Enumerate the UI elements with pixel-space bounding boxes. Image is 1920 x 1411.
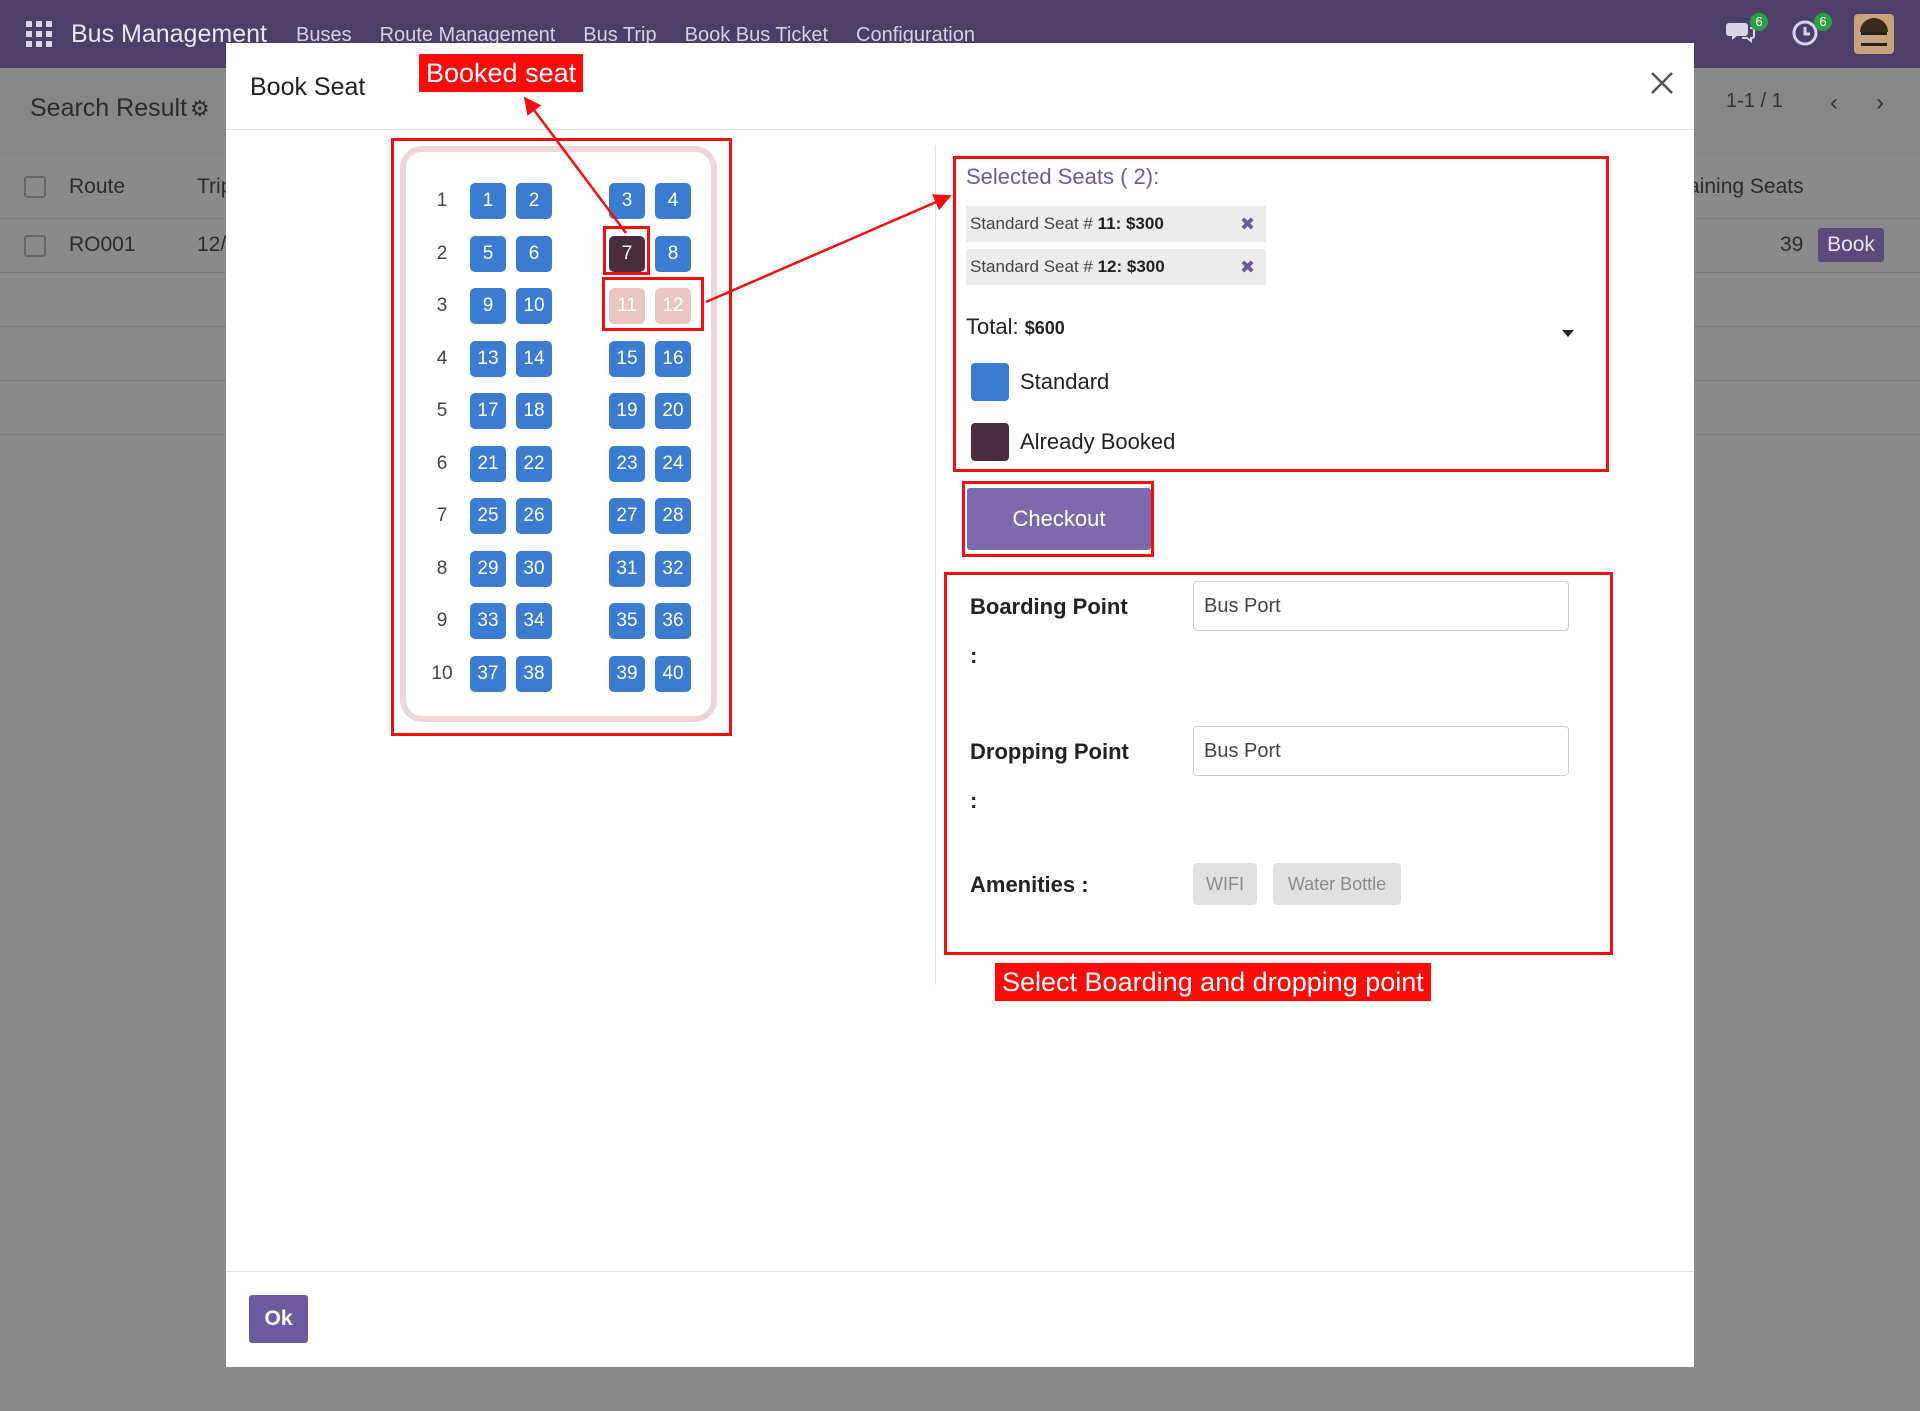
cell-trip: 12/ [197,233,227,256]
annotation-box-trip-form [944,572,1613,955]
chevron-right-icon[interactable]: › [1858,86,1902,120]
annotation-label-booked-seat: Booked seat [419,54,584,92]
header-remaining-seats[interactable]: aining Seats [1688,175,1804,199]
activity-badge: 6 [1814,13,1832,31]
messages-button[interactable]: 6 [1726,13,1768,51]
annotation-box-seat-map [391,138,732,736]
annotation-box-selected-seats [602,277,704,331]
user-avatar[interactable] [1854,14,1894,54]
annotation-box-booked-seat [603,226,650,275]
ok-button[interactable]: Ok [249,1295,308,1343]
page-title: Search Result [30,94,188,122]
book-button[interactable]: Book [1818,228,1884,262]
gear-icon[interactable]: ⚙ [190,96,210,122]
messages-badge: 6 [1750,13,1768,31]
annotation-box-selection [953,156,1609,472]
annotation-box-checkout [962,481,1154,557]
dialog-title: Book Seat [250,73,366,101]
cell-remaining: 39 [1780,233,1804,256]
close-icon[interactable] [1644,65,1680,101]
apps-menu-icon[interactable] [26,21,52,47]
annotation-label-select-points: Select Boarding and dropping point [995,963,1431,1001]
select-all-checkbox[interactable] [24,176,46,198]
row-checkbox[interactable] [24,235,46,257]
chevron-left-icon[interactable]: ‹ [1812,86,1856,120]
pager-buttons: ‹ › [1812,86,1902,120]
header-route[interactable]: Route [69,175,125,199]
pager-value[interactable]: 1-1 / 1 [1726,90,1783,113]
panel-divider [935,145,936,985]
activity-button[interactable]: 6 [1790,13,1832,51]
cell-route: RO001 [69,233,136,256]
dialog-footer: Ok [226,1271,1694,1368]
nav-right: 6 6 [1726,13,1894,54]
